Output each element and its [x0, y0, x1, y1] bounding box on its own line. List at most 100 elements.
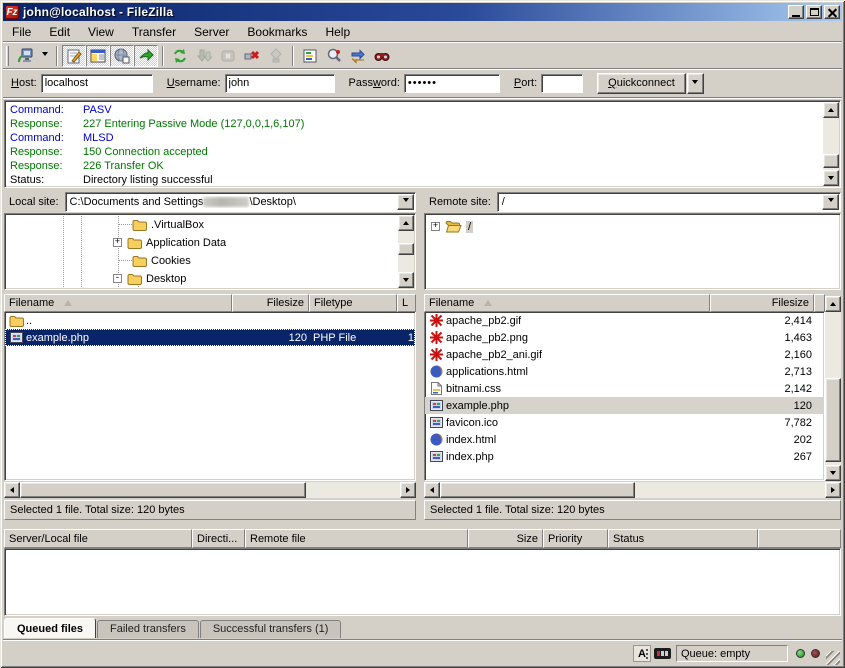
scroll-thumb[interactable]: [823, 154, 839, 168]
remote-list-scrollbar[interactable]: [825, 296, 841, 481]
tree-item-cookies[interactable]: Cookies: [132, 252, 191, 269]
menu-help[interactable]: Help: [316, 23, 359, 41]
remote-site-combobox[interactable]: /: [497, 192, 841, 212]
reconnect-button[interactable]: [264, 45, 288, 67]
quickconnect-button[interactable]: Quickconnect: [597, 73, 686, 94]
disconnect-button[interactable]: [240, 45, 264, 67]
scroll-up-button[interactable]: [825, 296, 841, 312]
scroll-right-button[interactable]: [825, 482, 841, 498]
toggle-remote-tree-button[interactable]: [110, 45, 134, 67]
tab-successful-transfers[interactable]: Successful transfers (1): [200, 620, 342, 638]
column-header-filesize[interactable]: Filesize: [232, 294, 309, 312]
file-row[interactable]: applications.html 2,713: [425, 363, 824, 380]
site-manager-dropdown-button[interactable]: [37, 45, 52, 67]
scroll-thumb[interactable]: [20, 482, 306, 498]
file-row-example-php[interactable]: example.php 120 PHP File 1: [5, 329, 415, 346]
menu-view[interactable]: View: [79, 23, 123, 41]
speed-limit-icon[interactable]: [654, 648, 671, 659]
column-header-filesize[interactable]: Filesize: [710, 294, 814, 312]
column-header-filename[interactable]: Filename: [424, 294, 710, 312]
column-header-lastmodified[interactable]: L: [397, 294, 416, 312]
scroll-down-button[interactable]: [823, 170, 839, 186]
cancel-button[interactable]: [216, 45, 240, 67]
file-row[interactable]: apache_pb2.gif 2,414: [425, 312, 824, 329]
toggle-message-log-button[interactable]: [62, 45, 86, 67]
scroll-thumb[interactable]: [825, 378, 841, 462]
local-site-combobox[interactable]: C:\Documents and Settings\Desktop\: [65, 192, 416, 212]
local-list-hscrollbar[interactable]: [4, 482, 416, 498]
scroll-left-button[interactable]: [4, 482, 20, 498]
synchronized-browsing-button[interactable]: [346, 45, 370, 67]
column-header-size[interactable]: Size: [468, 529, 543, 548]
scroll-down-button[interactable]: [825, 465, 841, 481]
scroll-up-button[interactable]: [823, 102, 839, 118]
scroll-up-button[interactable]: [398, 215, 414, 231]
menu-transfer[interactable]: Transfer: [123, 23, 185, 41]
username-input[interactable]: [225, 74, 335, 93]
remote-file-list: apache_pb2.gif 2,414 apache_pb2.png 1,46…: [424, 312, 825, 481]
file-row[interactable]: apache_pb2.png 1,463: [425, 329, 824, 346]
tab-queued-files[interactable]: Queued files: [4, 618, 96, 638]
menu-edit[interactable]: Edit: [40, 23, 79, 41]
scroll-down-button[interactable]: [398, 272, 414, 288]
local-tree-scrollbar[interactable]: [398, 215, 414, 288]
scroll-thumb[interactable]: [440, 482, 635, 498]
scroll-right-button[interactable]: [400, 482, 416, 498]
close-button[interactable]: [824, 5, 840, 19]
toggle-transfer-queue-button[interactable]: [134, 45, 158, 67]
minimize-button[interactable]: [788, 5, 804, 19]
column-header-priority[interactable]: Priority: [543, 529, 608, 548]
scroll-thumb[interactable]: [398, 243, 414, 255]
remote-list-hscrollbar[interactable]: [424, 482, 841, 498]
expand-icon[interactable]: +: [431, 222, 440, 231]
host-input[interactable]: [41, 74, 153, 93]
tab-failed-transfers[interactable]: Failed transfers: [97, 620, 199, 638]
find-files-button[interactable]: [370, 45, 394, 67]
file-row[interactable]: apache_pb2_ani.gif 2,160: [425, 346, 824, 363]
column-header-filename[interactable]: Filename: [4, 294, 232, 312]
column-header-filetype[interactable]: Filetype: [309, 294, 397, 312]
collapse-icon[interactable]: -: [113, 274, 122, 283]
message-log-icon: [66, 48, 82, 64]
column-header-status[interactable]: Status: [608, 529, 758, 548]
expand-icon[interactable]: +: [113, 238, 122, 247]
tree-item-virtualbox[interactable]: .VirtualBox: [132, 216, 204, 233]
column-header-server-local-file[interactable]: Server/Local file: [4, 529, 192, 548]
port-input[interactable]: [541, 74, 583, 93]
tree-guide: [118, 260, 132, 261]
password-input[interactable]: [404, 74, 500, 93]
tree-item-root[interactable]: + /: [431, 218, 473, 235]
tree-item-application-data[interactable]: + Application Data: [113, 234, 226, 251]
image-file-icon: [428, 348, 444, 361]
local-file-list-pane: Filename Filesize Filetype L .. example.…: [4, 294, 416, 481]
file-row-parent[interactable]: ..: [5, 312, 415, 329]
directory-filters-button[interactable]: [298, 45, 322, 67]
menu-bookmarks[interactable]: Bookmarks: [238, 23, 316, 41]
local-site-dropdown-button[interactable]: [397, 194, 414, 210]
log-scrollbar[interactable]: [823, 102, 839, 186]
tree-item-desktop[interactable]: - Desktop: [113, 270, 186, 287]
scroll-left-button[interactable]: [424, 482, 440, 498]
toolbar-grip[interactable]: [6, 46, 9, 66]
file-row[interactable]: favicon.ico 7,782: [425, 414, 824, 431]
toolbar-separator: [162, 46, 164, 66]
menu-file[interactable]: File: [3, 23, 40, 41]
chevron-down-icon: [403, 198, 409, 205]
file-row-example-php[interactable]: example.php 120: [425, 397, 824, 414]
refresh-button[interactable]: [168, 45, 192, 67]
column-header-direction[interactable]: Directi...: [192, 529, 245, 548]
file-row[interactable]: index.php 267: [425, 448, 824, 465]
remote-site-dropdown-button[interactable]: [822, 194, 839, 210]
menu-server[interactable]: Server: [185, 23, 238, 41]
resize-grip[interactable]: [826, 651, 840, 665]
site-manager-button[interactable]: [13, 45, 37, 67]
transfer-type-indicator-icon[interactable]: A: [633, 645, 651, 662]
toggle-local-tree-button[interactable]: [86, 45, 110, 67]
file-row[interactable]: bitnami.css 2,142: [425, 380, 824, 397]
process-queue-button[interactable]: [192, 45, 216, 67]
quickconnect-dropdown-button[interactable]: [687, 73, 704, 94]
maximize-button[interactable]: [806, 5, 822, 19]
file-row[interactable]: index.html 202: [425, 431, 824, 448]
column-header-remote-file[interactable]: Remote file: [245, 529, 468, 548]
compare-directories-button[interactable]: [322, 45, 346, 67]
